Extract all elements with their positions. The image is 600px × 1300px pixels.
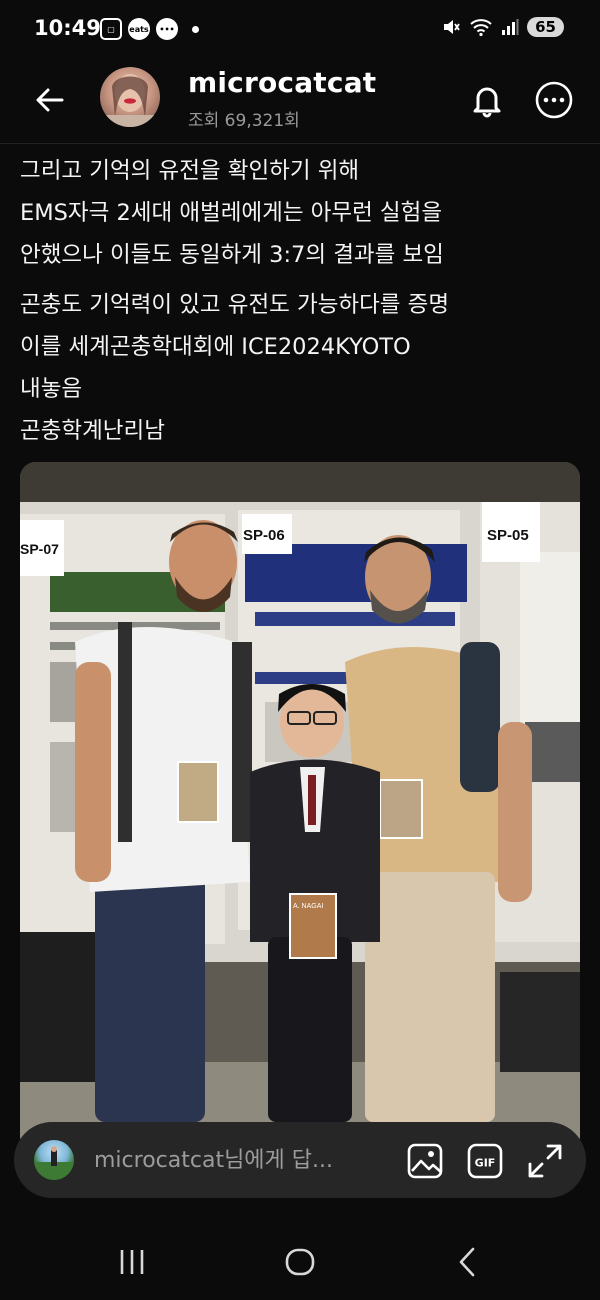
post-text: 그리고 기억의 유전을 확인하기 위해 EMS자극 2세대 애벌레에게는 아무런… [20, 150, 580, 460]
reply-input[interactable] [94, 1142, 394, 1178]
post-header: microcatcat 조회 69,321회 [0, 62, 600, 144]
text-line: EMS자극 2세대 애벌레에게는 아무런 실험을 [20, 200, 443, 226]
svg-text:GIF: GIF [475, 1157, 496, 1170]
expand-button[interactable] [526, 1142, 564, 1180]
signal-icon [502, 19, 519, 35]
attach-image-button[interactable] [406, 1142, 444, 1180]
reply-bar: GIF [14, 1122, 586, 1198]
recent-apps-icon [120, 1250, 144, 1274]
bell-icon [473, 87, 501, 118]
status-time: 10:49 [34, 16, 101, 40]
paragraph: 그리고 기억의 유전을 확인하기 위해 EMS자극 2세대 애벌레에게는 아무런… [20, 150, 580, 276]
poster-label: SP-05 [487, 527, 529, 544]
avatar[interactable] [100, 67, 160, 127]
gif-button[interactable]: GIF [466, 1142, 504, 1180]
system-nav-bar [0, 1220, 600, 1300]
mute-icon [444, 20, 460, 34]
text-line: 이를 세계곤충학대회에 ICE2024KYOTO [20, 334, 411, 360]
system-icons: 65 [441, 17, 564, 37]
username[interactable]: microcatcat [188, 66, 376, 99]
back-nav-button[interactable] [448, 1242, 488, 1282]
expand-icon [528, 1144, 562, 1178]
back-button[interactable] [30, 80, 70, 120]
wifi-icon [470, 19, 492, 37]
battery-indicator: 65 [527, 17, 564, 37]
more-horizontal-icon [535, 81, 573, 119]
chat-bubble-icon: ••• [156, 18, 178, 40]
text-line: 곤충학계난리남 [20, 418, 165, 444]
image-icon [407, 1143, 443, 1179]
text-line: 곤충도 기억력이 있고 유전도 가능하다를 증명 [20, 292, 450, 318]
more-notifications-dot [192, 25, 199, 33]
my-avatar [34, 1140, 74, 1180]
screenshot-icon: ▢ [100, 18, 122, 40]
view-count: 조회 69,321회 [188, 111, 300, 131]
home-button[interactable] [280, 1242, 320, 1282]
poster-label: SP-07 [20, 541, 59, 557]
status-bar: 10:49 ▢ eats ••• 65 [0, 0, 600, 62]
notification-icons: ▢ eats ••• [100, 18, 199, 40]
recent-apps-button[interactable] [112, 1242, 152, 1282]
paragraph: 곤충도 기억력이 있고 유전도 가능하다를 증명 이를 세계곤충학대회에 ICE… [20, 284, 580, 452]
home-icon [285, 1248, 315, 1276]
photo-scene: SP-07 SP-06 SP-05 A. NAGAI [20, 462, 580, 1152]
more-options-button[interactable] [534, 80, 574, 120]
badge-name: A. NAGAI [293, 903, 323, 910]
post-photo[interactable]: SP-07 SP-06 SP-05 A. NAGAI [20, 462, 580, 1152]
text-line: 그리고 기억의 유전을 확인하기 위해 [20, 158, 360, 184]
arrow-left-icon [36, 88, 64, 112]
gif-icon: GIF [467, 1143, 503, 1179]
coupang-eats-icon: eats [128, 18, 150, 40]
poster-label: SP-06 [243, 527, 285, 544]
text-line: 내놓음 [20, 376, 83, 402]
chevron-left-icon [459, 1247, 475, 1277]
text-line: 안했으나 이들도 동일하게 3:7의 결과를 보임 [20, 242, 444, 268]
notification-button[interactable] [467, 80, 507, 120]
